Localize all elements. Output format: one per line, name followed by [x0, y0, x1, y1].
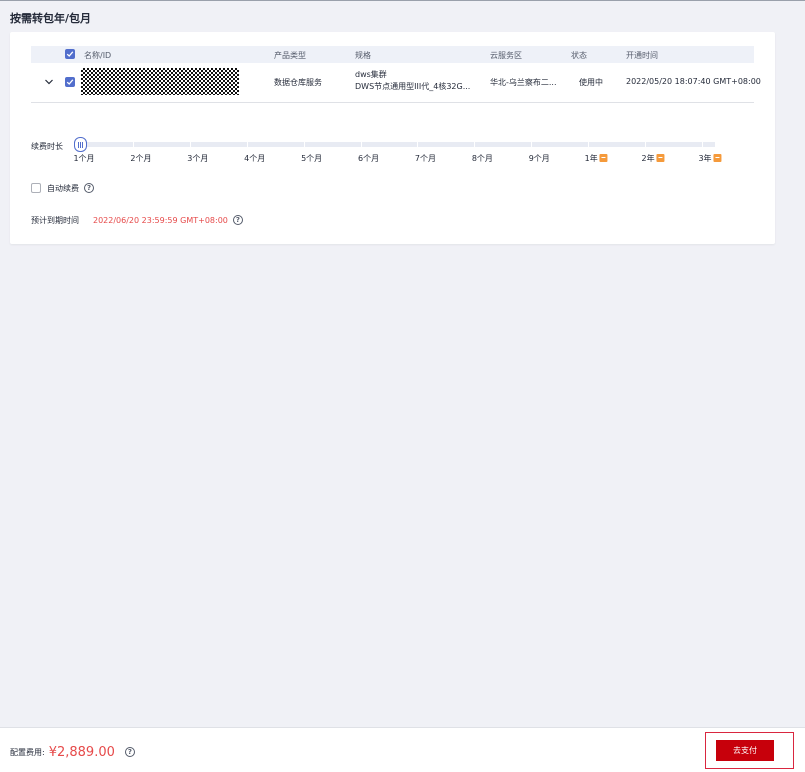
- fee-label: 配置费用:: [10, 747, 45, 757]
- renewal-tick-label: 2个月: [130, 154, 152, 163]
- help-circle-icon[interactable]: ?: [232, 215, 243, 225]
- renewal-tick-label: 8个月: [471, 154, 493, 163]
- track-divider: [588, 142, 590, 147]
- track-divider: [531, 142, 533, 147]
- help-circle-icon[interactable]: ?: [124, 747, 135, 757]
- pay-button[interactable]: 去支付: [716, 740, 774, 761]
- header-product-type: 产品类型: [274, 51, 306, 60]
- header-status: 状态: [571, 51, 587, 60]
- track-divider: [360, 142, 362, 147]
- track-divider: [417, 142, 419, 147]
- expiry-label: 预计到期时间: [31, 215, 79, 225]
- track-divider: [645, 142, 647, 147]
- auto-renew-checkbox[interactable]: [31, 183, 41, 193]
- track-divider: [702, 142, 703, 147]
- renewal-slider-handle[interactable]: [74, 137, 87, 152]
- track-divider: [303, 142, 305, 147]
- renewal-tick-6[interactable]: 6个月: [358, 153, 379, 164]
- header-created-time: 开通时间: [626, 51, 658, 60]
- expiry-value: 2022/06/20 23:59:59 GMT+08:00: [93, 215, 228, 225]
- renewal-tick-11[interactable]: 2年: [642, 153, 665, 164]
- row-spec-line1: dws集群: [355, 70, 387, 79]
- renewal-tick-12[interactable]: 3年: [698, 153, 722, 164]
- track-divider: [132, 142, 134, 147]
- check-icon: [66, 79, 74, 85]
- renewal-tick-7[interactable]: 7个月: [415, 153, 436, 164]
- renewal-tick-3[interactable]: 3个月: [187, 153, 208, 164]
- renewal-tick-label: 4个月: [244, 154, 266, 163]
- renewal-tick-label: 1年: [584, 154, 598, 163]
- header-region: 云服务区: [490, 51, 522, 60]
- renewal-tick-2[interactable]: 2个月: [130, 153, 151, 164]
- renewal-tick-label: 7个月: [414, 154, 436, 163]
- row-created-time: 2022/05/20 18:07:40 GMT+08:00: [626, 77, 761, 86]
- renewal-tick-10[interactable]: 1年: [585, 153, 608, 164]
- track-divider: [474, 142, 476, 147]
- renewal-tick-1[interactable]: 1个月: [73, 153, 94, 164]
- row-region: 华北-乌兰察布二...: [490, 78, 557, 87]
- discount-badge-icon: [713, 154, 722, 162]
- header-spec: 规格: [355, 51, 371, 60]
- row-checkbox[interactable]: [65, 77, 75, 87]
- renewal-duration-label: 续费时长: [31, 142, 63, 151]
- renewal-tick-label: 9个月: [528, 154, 550, 163]
- order-card: 名称/ID 产品类型 规格 云服务区 状态 开通时间 数据仓库服务 dws集群 …: [10, 32, 775, 244]
- renewal-tick-label: 2年: [641, 154, 655, 163]
- row-spec-line2: DWS节点通用型III代_4核32G...: [355, 82, 471, 91]
- renewal-tick-label: 6个月: [357, 154, 380, 163]
- check-icon: [66, 51, 74, 57]
- renewal-tick-9[interactable]: 9个月: [529, 153, 550, 164]
- expiry-row: 预计到期时间 2022/06/20 23:59:59 GMT+08:00 ?: [31, 214, 243, 226]
- select-all-checkbox[interactable]: [65, 49, 75, 59]
- fee-value: ¥2,889.00: [48, 744, 115, 760]
- renewal-tick-8[interactable]: 8个月: [472, 153, 493, 164]
- renewal-tick-label: 5个月: [301, 154, 323, 163]
- table-row: 数据仓库服务 dws集群 DWS节点通用型III代_4核32G... 华北-乌兰…: [31, 63, 761, 103]
- help-circle-icon[interactable]: ?: [84, 183, 94, 193]
- auto-renew-row: 自动续费 ?: [31, 182, 94, 194]
- row-product-type: 数据仓库服务: [274, 78, 322, 87]
- fee-summary: 配置费用: ¥2,889.00 ?: [10, 744, 135, 760]
- track-divider: [246, 142, 248, 147]
- discount-badge-icon: [656, 154, 665, 162]
- renewal-tick-label: 1个月: [73, 154, 95, 163]
- page-title: 按需转包年/包月: [10, 12, 92, 25]
- renewal-tick-4[interactable]: 4个月: [244, 153, 265, 164]
- footer-bar: 配置费用: ¥2,889.00 ? 去支付: [0, 727, 805, 772]
- renewal-tick-5[interactable]: 5个月: [301, 153, 322, 164]
- auto-renew-label[interactable]: 自动续费: [47, 183, 79, 194]
- track-divider: [189, 142, 191, 147]
- masked-resource-name: [81, 68, 239, 95]
- header-name-id: 名称/ID: [84, 51, 112, 60]
- slider-grip-icon: [78, 141, 83, 148]
- discount-badge-icon: [599, 154, 608, 162]
- chevron-down-icon[interactable]: [44, 77, 54, 87]
- row-status: 使用中: [579, 78, 603, 87]
- renewal-tick-label: 3年: [698, 154, 712, 163]
- renewal-tick-label: 3个月: [187, 154, 209, 163]
- renewal-slider-track[interactable]: [80, 142, 715, 147]
- top-border: [0, 0, 805, 1]
- table-header: 名称/ID 产品类型 规格 云服务区 状态 开通时间: [31, 46, 754, 63]
